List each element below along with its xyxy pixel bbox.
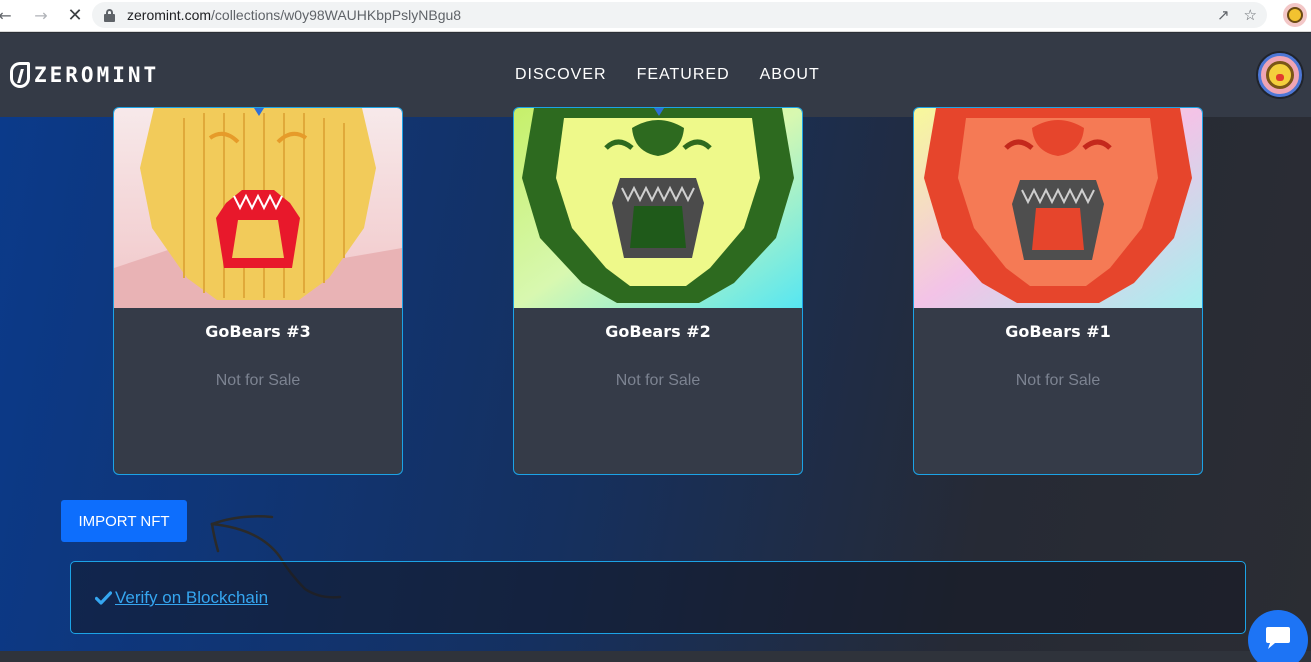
address-bar-actions: ↗ ☆: [1217, 6, 1257, 24]
nav-about[interactable]: ABOUT: [760, 66, 820, 84]
logo-text: ZEROMINT: [34, 63, 160, 87]
stop-loading-icon[interactable]: ✕: [64, 5, 86, 27]
verify-panel: Verify on Blockchain: [70, 561, 1246, 634]
browser-toolbar: ← → ✕ zeromint.com/collections/w0y98WAUH…: [0, 0, 1311, 32]
nft-card-status: Not for Sale: [615, 372, 701, 389]
back-arrow-icon[interactable]: ←: [0, 5, 16, 27]
address-bar[interactable]: zeromint.com/collections/w0y98WAUHKbpPsl…: [92, 2, 1267, 28]
url-domain: zeromint.com: [127, 7, 212, 23]
nft-image-gobears-1[interactable]: [914, 108, 1202, 308]
user-avatar[interactable]: [1258, 53, 1302, 97]
site-header: ZEROMINT DISCOVER FEATURED ABOUT: [0, 33, 1311, 117]
nft-card[interactable]: GoBears #2 Not for Sale: [513, 107, 803, 475]
main-nav: DISCOVER FEATURED ABOUT: [515, 66, 820, 84]
nft-card-status: Not for Sale: [215, 372, 301, 389]
browser-profile-avatar[interactable]: [1283, 3, 1307, 27]
check-icon: [95, 591, 112, 605]
logo-mark-icon: [10, 62, 30, 88]
collection-content: GoBears #3 Not for Sale GoBears #2 Not f…: [0, 107, 1311, 651]
chat-widget-button[interactable]: [1248, 610, 1308, 662]
nft-card[interactable]: GoBears #1 Not for Sale: [913, 107, 1203, 475]
nav-discover[interactable]: DISCOVER: [515, 66, 607, 84]
share-icon[interactable]: ↗: [1217, 6, 1230, 24]
lock-icon[interactable]: [104, 8, 115, 22]
chat-bubble-icon: [1266, 627, 1290, 649]
nft-card-title[interactable]: GoBears #3: [114, 322, 402, 341]
import-nft-button[interactable]: IMPORT NFT: [61, 500, 187, 542]
url-text[interactable]: zeromint.com/collections/w0y98WAUHKbpPsl…: [127, 7, 461, 23]
footer-strip: [0, 651, 1311, 662]
forward-arrow-icon[interactable]: →: [30, 5, 52, 27]
url-path: /collections/w0y98WAUHKbpPslyNBgu8: [211, 7, 462, 23]
nft-image-gobears-2[interactable]: [514, 108, 802, 308]
zeromint-logo[interactable]: ZEROMINT: [10, 62, 159, 88]
verify-link-label: Verify on Blockchain: [115, 588, 269, 607]
nft-image-gobears-3[interactable]: [114, 108, 402, 308]
nft-card-title[interactable]: GoBears #1: [914, 322, 1202, 341]
nav-featured[interactable]: FEATURED: [637, 66, 730, 84]
bookmark-star-icon[interactable]: ☆: [1244, 6, 1257, 24]
verify-on-blockchain-link[interactable]: Verify on Blockchain: [95, 588, 268, 608]
nft-card[interactable]: GoBears #3 Not for Sale: [113, 107, 403, 475]
nft-card-title[interactable]: GoBears #2: [514, 322, 802, 341]
nft-card-status: Not for Sale: [1015, 372, 1101, 389]
